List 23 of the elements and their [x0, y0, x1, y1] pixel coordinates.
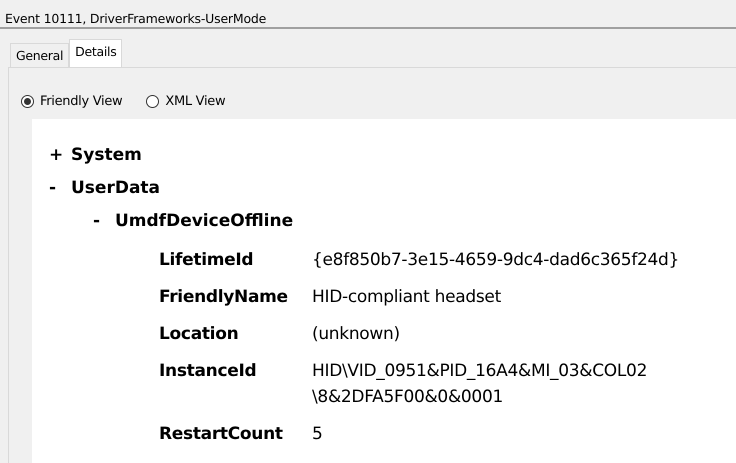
radio-option[interactable]: XML View [146, 84, 226, 119]
property-value: HID\VID_0951&PID_16A4&MI_03&COL02 \8&2DFA5F00&0&0001 [312, 360, 648, 409]
node-label: System [71, 145, 142, 165]
property-name: Location [159, 323, 240, 346]
tree-toggle[interactable]: + [49, 145, 71, 165]
radio-button[interactable] [146, 95, 160, 108]
property-value: (unknown) [312, 323, 400, 346]
property-name: FriendlyName [159, 286, 289, 309]
property-value: 5 [312, 423, 323, 446]
window-title: Event 10111, DriverFrameworks-UserMode [5, 11, 266, 26]
tab[interactable]: General [10, 43, 70, 67]
tab[interactable]: Details [69, 39, 122, 67]
radio-button[interactable] [21, 95, 34, 108]
property-name: InstanceId [159, 360, 258, 383]
tree-toggle[interactable]: - [49, 178, 71, 198]
radio-option[interactable]: Friendly View [21, 84, 122, 119]
node-label: UserData [71, 178, 160, 198]
property-value: {e8f850b7-3e15-4659-9dc4-dad6c365f24d} [312, 249, 680, 272]
tree-toggle[interactable]: - [93, 211, 115, 231]
property-name: RestartCount [159, 423, 284, 446]
property-value: HID-compliant headset [312, 286, 501, 309]
property-name: LifetimeId [159, 249, 254, 272]
node-label: UmdfDeviceOffline [115, 211, 294, 231]
